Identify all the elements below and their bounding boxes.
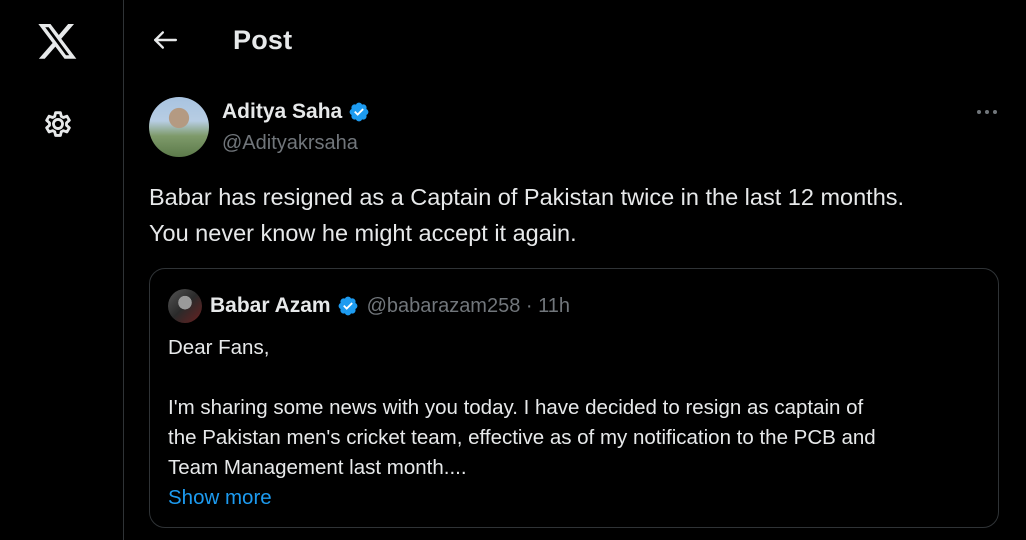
author-name[interactable]: Aditya Saha xyxy=(222,100,342,124)
page-header: Post xyxy=(125,0,1026,80)
quoted-post-header: Babar Azam @babarazam258 · 11h xyxy=(168,289,570,323)
page-title: Post xyxy=(233,25,293,55)
quoted-text-line: the Pakistan men's cricket team, effecti… xyxy=(168,426,876,449)
verified-badge-icon xyxy=(348,101,370,123)
avatar[interactable] xyxy=(149,97,209,157)
quoted-author-name: Babar Azam xyxy=(210,294,331,317)
gear-icon[interactable] xyxy=(38,104,78,144)
more-button[interactable] xyxy=(969,97,1005,127)
show-more-link[interactable]: Show more xyxy=(168,483,272,513)
quoted-post[interactable]: Babar Azam @babarazam258 · 11h Dear Fans… xyxy=(149,268,999,528)
post-text-line: Babar has resigned as a Captain of Pakis… xyxy=(149,184,905,210)
app-root: Post Aditya Saha @Adityakrsaha Babar has… xyxy=(0,0,1026,540)
arrow-left-icon xyxy=(154,31,178,49)
main-column: Post Aditya Saha @Adityakrsaha Babar has… xyxy=(125,0,1026,540)
author-handle[interactable]: @Adityakrsaha xyxy=(222,132,358,155)
quoted-text-line: I'm sharing some news with you today. I … xyxy=(168,396,864,419)
x-logo-icon[interactable] xyxy=(37,23,79,61)
quoted-text-line: Dear Fans, xyxy=(168,336,270,359)
quoted-author-meta: @babarazam258 · 11h xyxy=(366,294,570,317)
avatar xyxy=(168,289,202,323)
left-rail xyxy=(0,0,124,540)
quoted-post-text: Dear Fans, I'm sharing some news with yo… xyxy=(168,333,988,513)
post-text: Babar has resigned as a Captain of Pakis… xyxy=(149,179,1009,251)
back-button[interactable] xyxy=(147,22,183,58)
more-horizontal-icon xyxy=(977,110,997,114)
quoted-text-line: Team Management last month.... xyxy=(168,456,467,479)
verified-badge-icon xyxy=(337,295,359,317)
post-text-line: You never know he might accept it again. xyxy=(149,220,577,246)
author-name-row: Aditya Saha xyxy=(222,100,370,124)
